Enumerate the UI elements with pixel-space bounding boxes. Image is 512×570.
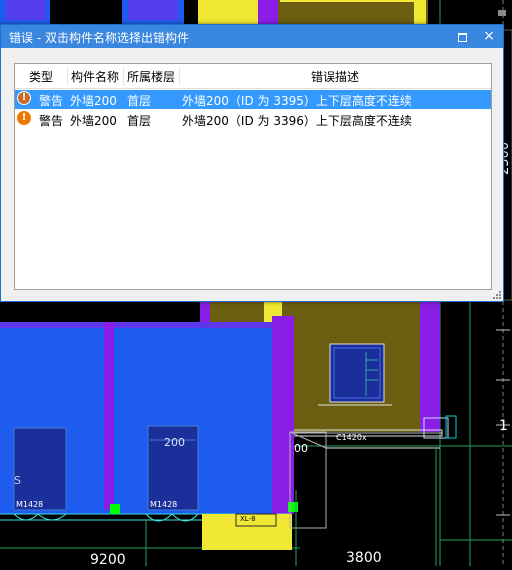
column-divider[interactable] [123,66,124,86]
cad-side-dim-1: 1 [499,418,508,434]
cad-dim-mid: 00 [294,442,308,455]
warning-icon: ! [17,111,31,125]
cad-door-code-left: M1428 [16,500,44,509]
cad-door-code-right: M1428 [150,500,178,509]
cad-label-s: S [14,474,21,487]
resize-grip-icon[interactable] [493,291,501,299]
column-header-description[interactable]: 错误描述 [311,68,359,85]
cad-dim-right: 3800 [346,550,382,566]
row-description: 外墙200（ID 为 3395）上下层高度不连续 [182,94,412,108]
list-row[interactable]: ! 警告 外墙200 首层 外墙200（ID 为 3395）上下层高度不连续 [15,90,491,109]
close-button[interactable]: × [480,28,498,45]
row-type: 警告 [39,114,64,128]
list-row[interactable]: ! 警告 外墙200 首层 外墙200（ID 为 3396）上下层高度不连续 [15,110,491,129]
error-dialog: 错误 - 双击构件名称选择出错构件 × 类型 构件名称 所属楼层 错误描述 ! … [0,24,504,302]
column-divider[interactable] [179,66,180,86]
warning-icon: ! [17,91,31,105]
cad-label-200: 200 [164,436,185,449]
row-component-name[interactable]: 外墙200 [70,112,117,129]
row-component-name[interactable]: 外墙200 [70,92,117,109]
cad-label-xl: XL-8 [240,515,256,523]
row-floor: 首层 [127,114,152,128]
maximize-icon [457,32,467,42]
row-floor: 首层 [127,94,152,108]
column-header-type[interactable]: 类型 [29,68,53,85]
row-description: 外墙200（ID 为 3396）上下层高度不连续 [182,114,412,128]
cad-window-code: C1420x [336,433,367,442]
dialog-titlebar[interactable]: 错误 - 双击构件名称选择出错构件 × [1,25,503,48]
dialog-title: 错误 - 双击构件名称选择出错构件 [9,31,189,45]
column-divider[interactable] [67,66,68,86]
column-header-name[interactable]: 构件名称 [71,68,119,85]
column-header-floor[interactable]: 所属楼层 [127,68,175,85]
error-list[interactable]: 类型 构件名称 所属楼层 错误描述 ! 警告 外墙200 首层 外墙200（ID… [14,63,492,290]
list-header: 类型 构件名称 所属楼层 错误描述 [15,64,491,89]
row-type: 警告 [39,94,64,108]
maximize-button[interactable] [453,28,471,45]
